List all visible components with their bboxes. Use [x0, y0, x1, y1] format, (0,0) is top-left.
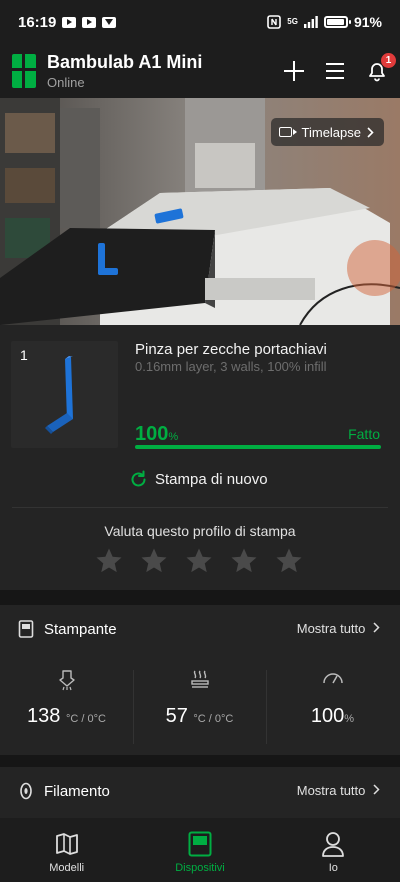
- section-gap: [0, 755, 400, 767]
- chevron-right-icon: [367, 126, 374, 138]
- bottom-navigation: Modelli Dispositivi Io: [0, 818, 400, 882]
- bed-temperature-stat[interactable]: 57 °C / 0°C: [133, 655, 266, 755]
- star-icon[interactable]: [274, 546, 304, 576]
- rating-stars: [94, 546, 304, 576]
- progress-bar: [135, 445, 381, 449]
- network-type: 5G: [287, 17, 298, 26]
- model-preview-image: [45, 356, 73, 434]
- star-icon[interactable]: [139, 546, 169, 576]
- menu-icon[interactable]: [326, 63, 344, 79]
- filament-spool-icon: [20, 782, 32, 800]
- reprint-button[interactable]: Stampa di nuovo: [129, 470, 268, 489]
- nav-label: Modelli: [49, 862, 85, 874]
- reprint-label: Stampa di nuovo: [155, 471, 268, 488]
- nav-item-dispositivi[interactable]: Dispositivi: [133, 818, 266, 882]
- progress-bar-fill: [135, 445, 381, 449]
- chevron-right-icon: [373, 784, 380, 795]
- notification-badge: 1: [381, 53, 396, 68]
- battery-percent: 91%: [353, 14, 382, 30]
- nozzle-temperature-icon: [58, 670, 75, 691]
- filament-section: Filamento Mostra tutto: [0, 767, 400, 818]
- progress-percent: 100%: [135, 423, 179, 445]
- add-device-icon[interactable]: [284, 61, 304, 81]
- status-bar: 16:19 5G 91%: [0, 0, 400, 44]
- models-icon: [55, 833, 78, 855]
- profile-icon: [322, 832, 345, 857]
- filament-show-all-link[interactable]: Mostra tutto: [297, 783, 380, 798]
- print-speed-value: 100%: [310, 705, 355, 727]
- bed-temperature-value: 57 °C / 0°C: [165, 705, 234, 727]
- nfc-icon: [267, 15, 282, 29]
- nav-item-io[interactable]: Io: [267, 818, 400, 882]
- star-icon[interactable]: [184, 546, 214, 576]
- print-speed-stat[interactable]: 100%: [266, 655, 399, 755]
- nav-label: Dispositivi: [175, 862, 225, 874]
- model-thumbnail[interactable]: 1: [11, 341, 118, 448]
- filament-show-all-label: Mostra tutto: [296, 783, 366, 798]
- section-gap: [0, 590, 400, 605]
- printer-section-title: Stampante: [44, 620, 117, 638]
- printer-section-header: Stampante: [18, 620, 117, 638]
- timelapse-button[interactable]: Timelapse: [270, 118, 384, 146]
- bed-temperature-icon: [190, 670, 209, 688]
- printer-show-all-label: Mostra tutto: [296, 621, 366, 636]
- printer-show-all-link[interactable]: Mostra tutto: [297, 621, 380, 636]
- nav-label: Io: [328, 862, 338, 874]
- youtube-notification-icon: [82, 16, 97, 28]
- devices-icon: [188, 831, 212, 857]
- camera-feed[interactable]: Timelapse: [0, 98, 400, 325]
- nozzle-temperature-value: 138 °C / 0°C: [27, 705, 106, 727]
- printer-icon: [18, 620, 34, 638]
- video-camera-icon: [278, 127, 297, 137]
- filament-section-title: Filamento: [44, 782, 110, 800]
- vpn-notification-icon: [102, 16, 117, 28]
- bambulab-logo-icon: [12, 54, 36, 88]
- device-status: Online: [47, 75, 85, 90]
- app-header: Bambulab A1 Mini Online 1: [0, 44, 400, 98]
- device-title-block[interactable]: Bambulab A1 Mini Online: [47, 52, 202, 90]
- job-status: Fatto: [348, 426, 380, 442]
- notifications-button[interactable]: 1: [366, 53, 396, 82]
- nav-item-modelli[interactable]: Modelli: [0, 818, 133, 882]
- device-name: Bambulab A1 Mini: [47, 52, 203, 72]
- nozzle-temperature-stat[interactable]: 138 °C / 0°C: [0, 655, 133, 755]
- divider: [12, 507, 388, 508]
- filament-section-header: Filamento: [18, 782, 110, 800]
- status-time: 16:19: [18, 13, 57, 31]
- refresh-icon: [131, 470, 146, 487]
- timelapse-label: Timelapse: [301, 124, 361, 140]
- chevron-right-icon: [373, 622, 380, 633]
- star-icon[interactable]: [229, 546, 259, 576]
- rating-title: Valuta questo profilo di stampa: [104, 523, 296, 539]
- job-name: Pinza per zecche portachiavi: [135, 341, 327, 358]
- speed-gauge-icon: [322, 673, 343, 684]
- battery-icon: [323, 16, 351, 28]
- print-job-card: 1 Pinza per zecche portachiavi 0.16mm la…: [0, 325, 400, 590]
- star-icon[interactable]: [94, 546, 124, 576]
- printer-section: Stampante Mostra tutto 138 °C / 0°C 57 °…: [0, 605, 400, 755]
- job-params: 0.16mm layer, 3 walls, 100% infill: [135, 359, 327, 374]
- signal-icon: [303, 16, 318, 28]
- youtube-notification-icon: [62, 16, 77, 28]
